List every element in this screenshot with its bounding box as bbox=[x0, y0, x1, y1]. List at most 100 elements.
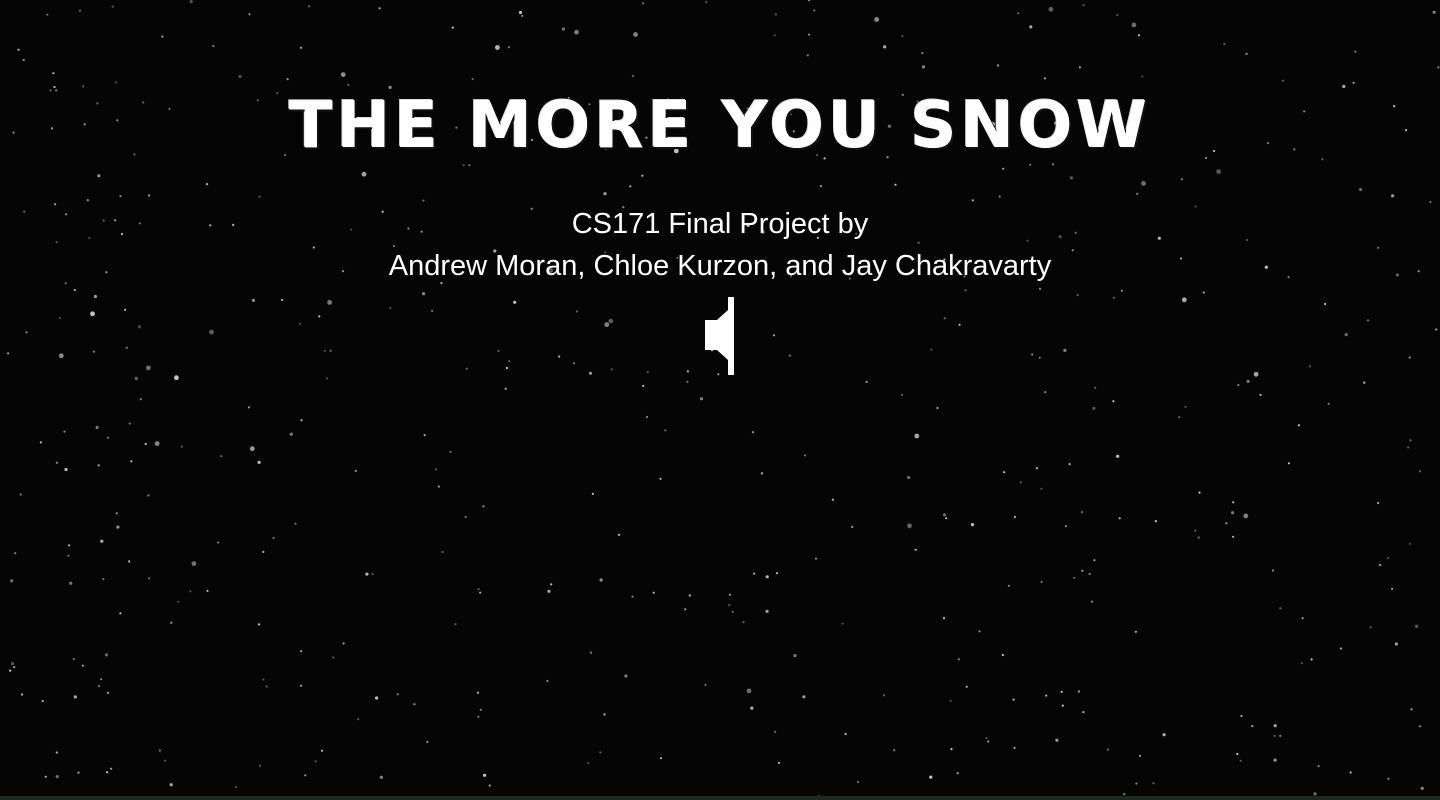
snowflake bbox=[705, 0, 708, 4]
page-title: THE MORE YOU SNOW bbox=[289, 89, 1151, 163]
snowflake bbox=[1432, 10, 1436, 14]
snowflake bbox=[434, 468, 438, 471]
snowflake bbox=[1019, 481, 1022, 484]
snowflake bbox=[234, 785, 237, 789]
snowflake bbox=[294, 522, 297, 525]
snowflake bbox=[258, 195, 261, 198]
snowflake bbox=[546, 679, 549, 683]
snowflake bbox=[599, 751, 602, 754]
snowflake bbox=[189, 0, 193, 4]
snowflake bbox=[314, 760, 317, 763]
snowflake bbox=[449, 450, 452, 453]
snowflake bbox=[97, 464, 100, 467]
snowflake bbox=[1409, 439, 1412, 442]
snowflake bbox=[572, 362, 576, 365]
snowflake bbox=[1279, 734, 1282, 738]
snowflake bbox=[78, 9, 82, 12]
snowflake bbox=[1068, 463, 1071, 466]
snowflake bbox=[272, 536, 275, 540]
snowflake bbox=[320, 749, 324, 752]
snowflake bbox=[921, 52, 924, 55]
snowflake bbox=[765, 575, 769, 579]
snowflake bbox=[161, 35, 164, 38]
snowflake bbox=[114, 81, 117, 84]
snowflake bbox=[684, 608, 687, 611]
snowflake bbox=[1243, 513, 1249, 519]
snowflake bbox=[688, 594, 691, 597]
snowflake bbox=[128, 422, 131, 425]
snowflake bbox=[144, 442, 147, 445]
snowflake bbox=[1231, 511, 1235, 515]
snowflake bbox=[917, 241, 920, 244]
snowflake bbox=[1429, 200, 1432, 204]
snowflake bbox=[814, 557, 818, 560]
snowflake bbox=[1154, 520, 1157, 523]
snowflake bbox=[907, 523, 912, 529]
snowflake bbox=[1038, 356, 1041, 359]
snowflake bbox=[603, 713, 606, 716]
snowflake bbox=[1044, 391, 1047, 394]
snowflake bbox=[342, 642, 345, 645]
snowflake bbox=[659, 757, 663, 760]
snowflake bbox=[97, 174, 101, 178]
snowflake bbox=[158, 749, 161, 752]
snowflake bbox=[86, 199, 89, 202]
snowflake bbox=[308, 5, 311, 8]
snowflake bbox=[610, 368, 613, 371]
snowflake bbox=[477, 715, 480, 718]
snowflake bbox=[813, 9, 816, 12]
snowflake bbox=[206, 589, 209, 593]
snowflake bbox=[742, 621, 745, 624]
snowflake bbox=[746, 688, 752, 694]
snowflake bbox=[1236, 752, 1239, 756]
snowflake bbox=[1301, 617, 1304, 620]
snowflake bbox=[1273, 724, 1277, 728]
snowflake bbox=[1287, 462, 1291, 465]
sound-toggle-button[interactable] bbox=[700, 294, 740, 378]
snowflake bbox=[642, 2, 645, 5]
snowflake bbox=[664, 429, 667, 432]
snowflake bbox=[1232, 535, 1235, 538]
snowflake bbox=[624, 674, 628, 678]
snowflake bbox=[642, 384, 645, 388]
snowflake bbox=[81, 664, 84, 667]
snowflake bbox=[1437, 66, 1440, 69]
snowflake bbox=[361, 171, 367, 177]
snowflake bbox=[1408, 356, 1411, 359]
snowflake bbox=[558, 355, 561, 358]
snowflake bbox=[21, 693, 24, 696]
snowflake bbox=[943, 317, 946, 320]
snowflake bbox=[265, 685, 268, 688]
snowflake bbox=[652, 591, 655, 594]
snowflake bbox=[1251, 725, 1254, 728]
snowflake bbox=[930, 348, 933, 351]
snowflake bbox=[1240, 714, 1243, 718]
snowflake bbox=[67, 554, 70, 557]
snowflake bbox=[441, 550, 444, 554]
snowflake bbox=[1273, 734, 1276, 738]
snowflake bbox=[907, 475, 911, 480]
snowflake bbox=[119, 195, 122, 198]
snowflake bbox=[281, 298, 284, 301]
snowflake bbox=[589, 651, 593, 654]
snowflake bbox=[1300, 662, 1303, 665]
snowflake bbox=[1410, 708, 1413, 711]
snowflake bbox=[970, 523, 975, 527]
snowflake bbox=[147, 494, 150, 497]
snowflake bbox=[865, 380, 868, 383]
snowflake bbox=[10, 579, 14, 583]
snowflake bbox=[323, 349, 326, 352]
snowflake bbox=[645, 415, 649, 419]
snowflake bbox=[100, 678, 103, 681]
snowflake bbox=[1273, 758, 1277, 762]
snowflake bbox=[163, 759, 167, 762]
snowflake bbox=[102, 578, 105, 581]
snowflake bbox=[483, 773, 487, 777]
snowflake bbox=[106, 691, 110, 694]
snowflake bbox=[751, 431, 755, 434]
snowflake bbox=[1279, 607, 1282, 610]
snowflake bbox=[119, 612, 122, 615]
snowflake bbox=[174, 375, 179, 381]
snowflake bbox=[298, 322, 301, 325]
snowflake bbox=[1216, 169, 1221, 175]
